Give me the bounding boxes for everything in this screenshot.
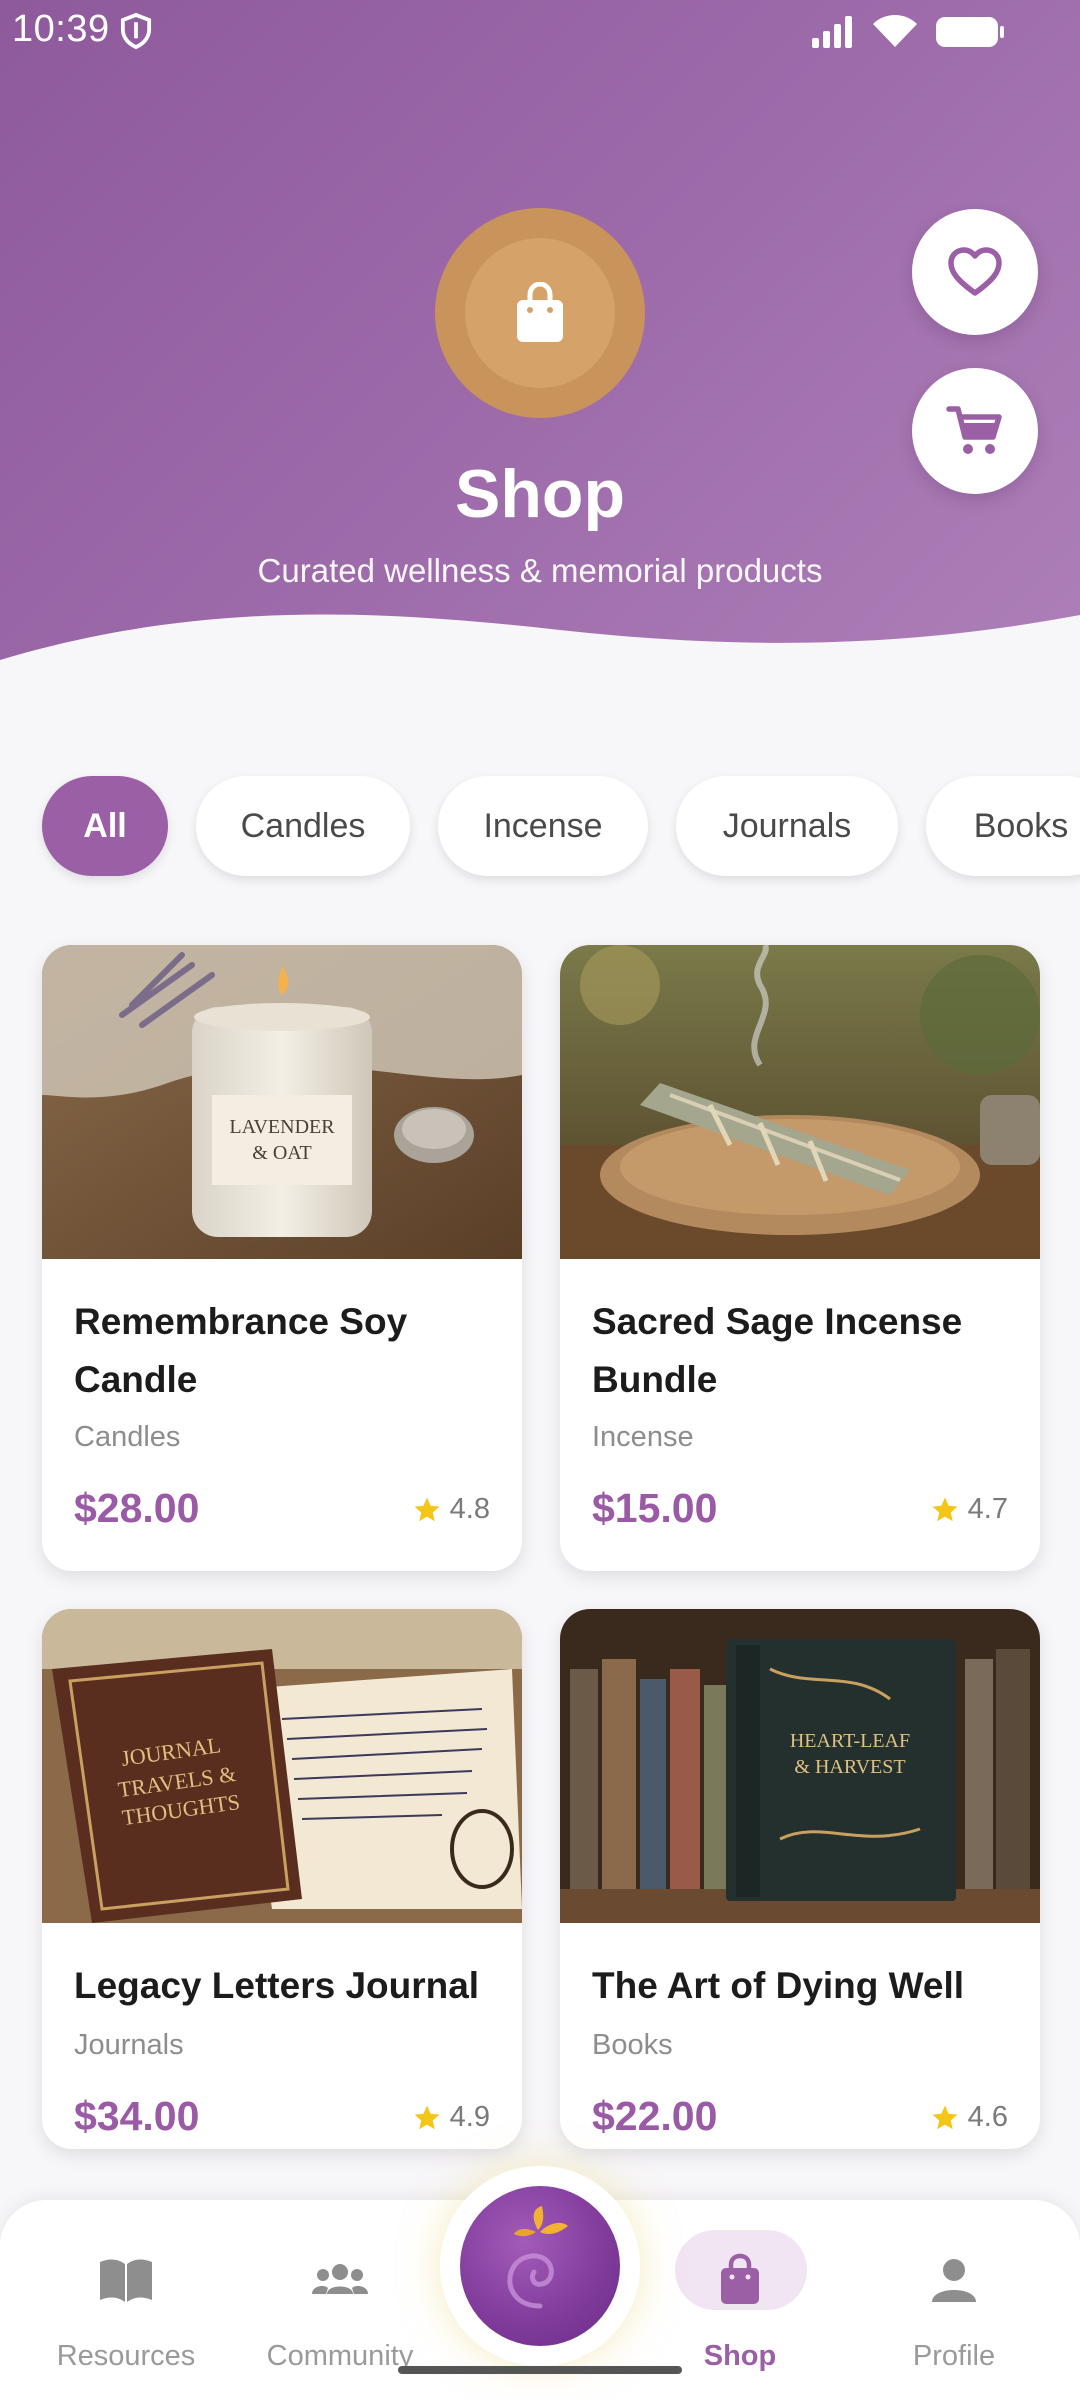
- status-time: 10:39: [12, 8, 110, 50]
- person-icon: [932, 2259, 976, 2302]
- product-rating: 4.8: [412, 1493, 490, 1526]
- category-filter: All Candles Incense Journals Books: [0, 776, 1080, 876]
- home-indicator: [398, 2366, 682, 2374]
- product-image-candle: LAVENDER & OAT: [42, 945, 522, 1259]
- shop-screen: 10:39 Shop Curated wellness & memorial p…: [0, 0, 1080, 2400]
- nav-item-community[interactable]: Community: [240, 2230, 440, 2372]
- product-category: Books: [592, 2029, 673, 2061]
- star-icon: [932, 2105, 958, 2129]
- product-price: $15.00: [592, 1485, 718, 1531]
- star-icon: [414, 1497, 440, 1521]
- rating-value: 4.7: [967, 1493, 1008, 1525]
- nav-label: Profile: [912, 2340, 996, 2372]
- product-rating: 4.7: [930, 1493, 1008, 1526]
- header-banner: 10:39 Shop Curated wellness & memorial p…: [0, 0, 1080, 680]
- favorites-button[interactable]: [912, 209, 1038, 335]
- product-card[interactable]: JOURNAL TRAVELS & THOUGHTS Legacy Letter…: [42, 1609, 522, 2149]
- chip-incense[interactable]: Incense: [438, 776, 648, 876]
- star-icon: [932, 1497, 958, 1521]
- status-bar: 10:39: [0, 0, 1080, 62]
- nav-item-resources[interactable]: Resources: [26, 2230, 226, 2372]
- header-wave: [0, 614, 1080, 680]
- nav-item-profile[interactable]: Profile: [854, 2230, 1054, 2372]
- product-name: Remembrance Soy Candle: [74, 1301, 408, 1400]
- rating-value: 4.8: [449, 1493, 490, 1525]
- shop-badge: [435, 208, 645, 418]
- candle-label-line2: & OAT: [252, 1142, 311, 1164]
- nav-label: Resources: [56, 2340, 196, 2372]
- product-image-journal: JOURNAL TRAVELS & THOUGHTS: [42, 1609, 522, 1923]
- product-image-book: HEART-LEAF & HARVEST: [560, 1609, 1040, 1923]
- star-icon: [414, 2105, 440, 2129]
- product-price: $28.00: [74, 1485, 200, 1531]
- product-rating: 4.9: [412, 2101, 490, 2134]
- rating-value: 4.6: [967, 2101, 1008, 2133]
- product-category: Incense: [592, 1421, 694, 1453]
- home-orb[interactable]: [460, 2186, 620, 2346]
- shield-icon: [120, 12, 152, 50]
- chip-all[interactable]: All: [42, 776, 168, 876]
- chip-candles[interactable]: Candles: [196, 776, 410, 876]
- people-icon: [312, 2264, 368, 2294]
- product-card[interactable]: LAVENDER & OAT Remembrance Soy Candle Ca…: [42, 945, 522, 1571]
- product-price: $22.00: [592, 2093, 718, 2139]
- nav-item-shop[interactable]: Shop: [640, 2230, 840, 2372]
- chip-books[interactable]: Books: [926, 776, 1080, 876]
- book-cover-line1: HEART-LEAF: [790, 1730, 910, 1752]
- book-cover-line2: & HARVEST: [794, 1756, 905, 1778]
- product-name: Legacy Letters Journal: [74, 1965, 480, 2006]
- chip-journals[interactable]: Journals: [676, 776, 898, 876]
- battery-icon: [936, 17, 1004, 47]
- wifi-icon: [873, 15, 917, 47]
- product-price: $34.00: [74, 2093, 200, 2139]
- product-name: Sacred Sage Incense Bundle: [592, 1301, 963, 1400]
- candle-label-line1: LAVENDER: [229, 1116, 335, 1138]
- product-image-sage: [560, 945, 1040, 1259]
- product-category: Candles: [74, 1421, 181, 1453]
- product-rating: 4.6: [930, 2101, 1008, 2134]
- signal-icon: [812, 16, 852, 48]
- cart-icon: [946, 406, 1002, 454]
- cart-button[interactable]: [912, 368, 1038, 494]
- product-card[interactable]: HEART-LEAF & HARVEST The Art of Dying We…: [560, 1609, 1040, 2149]
- shopping-bag-icon: [517, 282, 563, 342]
- page-title: Shop: [455, 456, 625, 532]
- rating-value: 4.9: [449, 2101, 490, 2133]
- product-name: The Art of Dying Well: [592, 1965, 965, 2006]
- spiral-logo-icon: [507, 2206, 568, 2309]
- book-icon: [100, 2259, 152, 2302]
- bag-icon: [721, 2253, 759, 2304]
- product-category: Journals: [74, 2029, 184, 2061]
- heart-icon: [948, 247, 1002, 296]
- product-card[interactable]: Sacred Sage Incense Bundle Incense $15.0…: [560, 945, 1040, 1571]
